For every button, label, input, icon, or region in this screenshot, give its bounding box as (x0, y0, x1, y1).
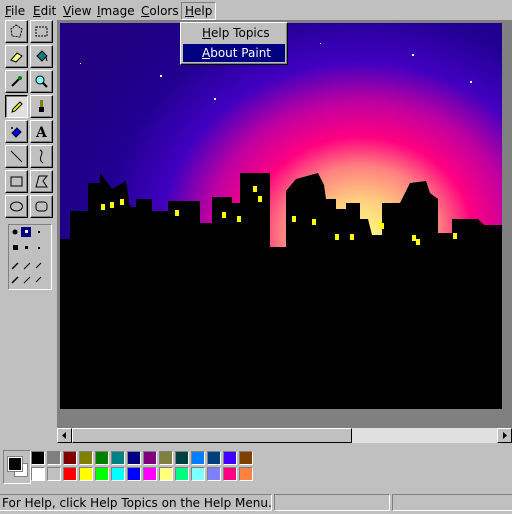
color-swatch[interactable] (223, 467, 237, 481)
tool-rounded-rectangle[interactable] (30, 195, 53, 218)
tool-select[interactable] (30, 20, 53, 43)
menu-item-about-paint[interactable]: About Paint (183, 44, 285, 62)
color-swatch[interactable] (111, 451, 125, 465)
polygon-icon (35, 175, 49, 188)
tool-fill-with-color[interactable] (30, 45, 53, 68)
menu-edit-label: dit (40, 4, 57, 18)
menu-help-mnemonic: H (185, 4, 195, 18)
menu-file-label: ile (11, 4, 26, 18)
svg-text:A: A (35, 125, 48, 139)
color-swatch[interactable] (159, 451, 173, 465)
help-dropdown-menu: Help Topics About Paint (180, 22, 288, 65)
scroll-left-button[interactable] (57, 428, 72, 443)
fill-bucket-icon (36, 50, 48, 62)
color-swatch[interactable] (143, 467, 157, 481)
free-form-select-icon (10, 24, 23, 38)
airbrush-icon (11, 127, 22, 138)
about-paint-mnemonic: A (202, 46, 211, 60)
menu-image-label: mage (100, 4, 135, 18)
color-swatch[interactable] (95, 467, 109, 481)
pencil-icon (11, 101, 23, 113)
color-swatch[interactable] (79, 467, 93, 481)
foreground-color (7, 456, 23, 472)
color-swatch[interactable] (207, 451, 221, 465)
color-swatch[interactable] (239, 451, 253, 465)
curve-icon (39, 149, 44, 164)
color-swatch[interactable] (31, 467, 45, 481)
tool-airbrush[interactable] (5, 120, 28, 143)
tool-rectangle[interactable] (5, 170, 28, 193)
current-colors-box (3, 450, 31, 484)
eraser-icon (10, 52, 23, 63)
scroll-right-button[interactable] (497, 428, 512, 443)
color-swatch[interactable] (127, 451, 141, 465)
color-swatch[interactable] (63, 451, 77, 465)
menu-view-label: iew (70, 4, 92, 18)
color-swatch[interactable] (95, 451, 109, 465)
menu-file[interactable]: File (2, 3, 28, 20)
scroll-thumb[interactable] (72, 428, 352, 443)
rectangle-icon (10, 176, 23, 187)
menu-help-label: elp (194, 4, 213, 18)
menu-bar: File Edit View Image Colors Help (0, 0, 512, 22)
arrow-right-icon (503, 432, 507, 439)
color-swatch[interactable] (127, 467, 141, 481)
color-swatch[interactable] (47, 467, 61, 481)
menu-image[interactable]: Image (94, 3, 138, 20)
tool-curve[interactable] (30, 145, 53, 168)
line-icon (10, 150, 23, 163)
text-icon: A (35, 125, 48, 139)
menu-view[interactable]: View (60, 3, 94, 20)
menu-item-help-topics[interactable]: Help Topics (183, 24, 285, 42)
color-swatch[interactable] (79, 451, 93, 465)
rounded-rectangle-icon (35, 201, 48, 212)
select-icon (35, 26, 48, 37)
color-swatch[interactable] (111, 467, 125, 481)
drawing-canvas[interactable] (60, 23, 502, 409)
horizontal-scrollbar[interactable] (57, 428, 512, 443)
color-swatch[interactable] (223, 451, 237, 465)
help-topics-mnemonic: H (202, 26, 212, 40)
tool-text[interactable]: A (30, 120, 53, 143)
brush-shape-options (11, 227, 42, 284)
color-swatch[interactable] (63, 467, 77, 481)
tool-brush[interactable] (30, 95, 53, 118)
color-swatch[interactable] (159, 467, 173, 481)
tool-pick-color[interactable] (5, 70, 28, 93)
eyedropper-icon (11, 76, 22, 87)
menu-colors-label: olors (149, 4, 179, 18)
menu-edit[interactable]: Edit (30, 3, 59, 20)
status-coordinates-panel (274, 494, 390, 511)
tool-pencil[interactable] (5, 95, 28, 118)
tool-line[interactable] (5, 145, 28, 168)
help-topics-label: elp Topics (211, 26, 270, 40)
color-swatch[interactable] (191, 451, 205, 465)
menu-edit-mnemonic: E (33, 4, 41, 18)
ellipse-icon (10, 201, 23, 212)
status-size-panel (392, 494, 512, 511)
color-swatch[interactable] (207, 467, 221, 481)
menu-view-mnemonic: V (63, 4, 71, 18)
color-swatch[interactable] (239, 467, 253, 481)
magnifier-icon (35, 75, 48, 88)
status-bar: For Help, click Help Topics on the Help … (0, 492, 512, 514)
color-swatch[interactable] (175, 467, 189, 481)
tool-eraser[interactable] (5, 45, 28, 68)
status-message: For Help, click Help Topics on the Help … (0, 494, 272, 511)
color-swatch[interactable] (191, 467, 205, 481)
menu-colors[interactable]: Colors (138, 3, 182, 20)
brush-icon (39, 100, 44, 112)
menu-help[interactable]: Help (181, 2, 217, 20)
arrow-left-icon (62, 432, 66, 439)
color-swatch[interactable] (47, 451, 61, 465)
tool-options-box[interactable] (8, 224, 52, 290)
tool-free-form-select[interactable] (5, 20, 28, 43)
tool-ellipse[interactable] (5, 195, 28, 218)
tool-magnifier[interactable] (30, 70, 53, 93)
color-swatch[interactable] (143, 451, 157, 465)
tool-polygon[interactable] (30, 170, 53, 193)
color-swatch[interactable] (175, 451, 189, 465)
color-swatch[interactable] (31, 451, 45, 465)
about-paint-label: bout Paint (210, 46, 271, 60)
